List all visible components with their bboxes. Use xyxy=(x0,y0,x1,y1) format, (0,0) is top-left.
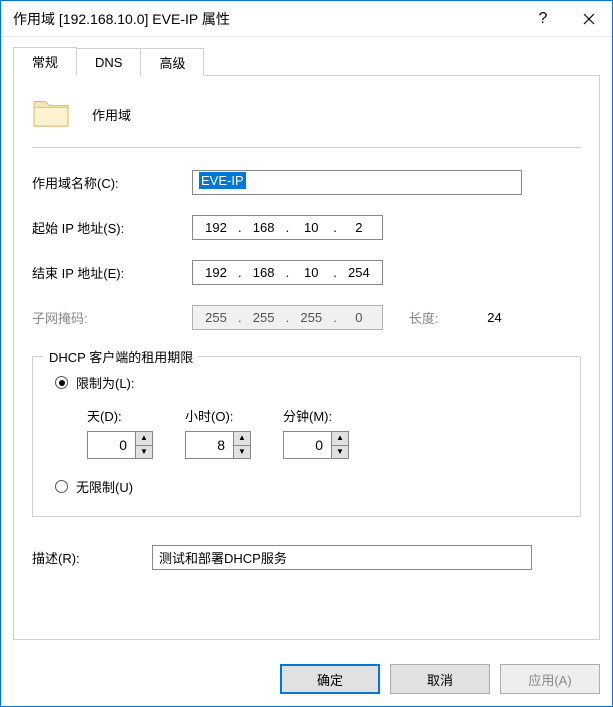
minutes-down-button[interactable]: ▼ xyxy=(332,446,348,459)
end-ip-octet-3[interactable] xyxy=(290,262,332,283)
days-column: 天(D): ▲ ▼ xyxy=(87,406,153,459)
panel-header: 作用域 xyxy=(32,96,581,133)
row-end-ip: 结束 IP 地址(E): . . . xyxy=(32,260,581,285)
days-label: 天(D): xyxy=(87,406,153,425)
hours-up-button[interactable]: ▲ xyxy=(234,432,250,446)
mask-octet-2 xyxy=(243,307,285,328)
start-ip-octet-3[interactable] xyxy=(290,217,332,238)
end-ip-input[interactable]: . . . xyxy=(192,260,383,285)
minutes-value[interactable] xyxy=(283,431,331,459)
cancel-button[interactable]: 取消 xyxy=(390,664,490,694)
divider xyxy=(32,147,581,148)
lease-fieldset: DHCP 客户端的租用期限 限制为(L): 天(D): ▲ ▼ xyxy=(32,356,581,517)
ok-button[interactable]: 确定 xyxy=(280,664,380,694)
titlebar: 作用域 [192.168.10.0] EVE-IP 属性 ? xyxy=(1,1,612,37)
days-spinner[interactable]: ▲ ▼ xyxy=(87,431,153,459)
end-ip-octet-2[interactable] xyxy=(243,262,285,283)
subnet-mask-label: 子网掩码: xyxy=(32,308,192,327)
hours-value[interactable] xyxy=(185,431,233,459)
tab-dns[interactable]: DNS xyxy=(76,48,141,76)
minutes-column: 分钟(M): ▲ ▼ xyxy=(283,406,349,459)
days-spin-buttons: ▲ ▼ xyxy=(135,431,153,459)
radio-limited-label: 限制为(L): xyxy=(76,373,135,392)
days-value[interactable] xyxy=(87,431,135,459)
end-ip-octet-1[interactable] xyxy=(195,262,237,283)
end-ip-octet-4[interactable] xyxy=(338,262,380,283)
tab-strip: 常规 DNS 高级 xyxy=(13,47,600,75)
mask-octet-1 xyxy=(195,307,237,328)
days-down-button[interactable]: ▼ xyxy=(136,446,152,459)
tab-advanced[interactable]: 高级 xyxy=(140,48,204,76)
radio-unlimited-row[interactable]: 无限制(U) xyxy=(55,477,562,496)
hours-label: 小时(O): xyxy=(185,406,251,425)
folder-icon xyxy=(32,96,70,133)
start-ip-label: 起始 IP 地址(S): xyxy=(32,218,192,237)
help-button[interactable]: ? xyxy=(520,1,566,37)
properties-dialog: 作用域 [192.168.10.0] EVE-IP 属性 ? 常规 DNS 高级… xyxy=(0,0,613,707)
start-ip-octet-1[interactable] xyxy=(195,217,237,238)
minutes-spinner[interactable]: ▲ ▼ xyxy=(283,431,349,459)
close-icon xyxy=(583,13,595,25)
mask-length-label: 长度: xyxy=(409,308,439,327)
hours-column: 小时(O): ▲ ▼ xyxy=(185,406,251,459)
window-title: 作用域 [192.168.10.0] EVE-IP 属性 xyxy=(13,9,520,29)
start-ip-octet-4[interactable] xyxy=(338,217,380,238)
start-ip-input[interactable]: . . . xyxy=(192,215,383,240)
hours-down-button[interactable]: ▼ xyxy=(234,446,250,459)
apply-button: 应用(A) xyxy=(500,664,600,694)
tab-panel-general: 作用域 作用域名称(C): EVE-IP 起始 IP 地址(S): . . . xyxy=(13,75,600,640)
mask-length-value: 24 xyxy=(473,310,517,325)
description-input[interactable] xyxy=(152,545,532,570)
description-label: 描述(R): xyxy=(32,548,152,567)
lease-legend: DHCP 客户端的租用期限 xyxy=(43,347,199,366)
scope-name-value: EVE-IP xyxy=(199,172,246,189)
radio-unlimited-label: 无限制(U) xyxy=(76,477,133,496)
lease-spinner-group: 天(D): ▲ ▼ 小时(O): xyxy=(87,406,562,459)
minutes-spin-buttons: ▲ ▼ xyxy=(331,431,349,459)
mask-octet-4 xyxy=(338,307,380,328)
content-area: 常规 DNS 高级 作用域 作用域名称(C): EVE-IP xyxy=(1,37,612,652)
minutes-up-button[interactable]: ▲ xyxy=(332,432,348,446)
row-description: 描述(R): xyxy=(32,545,581,570)
row-subnet-mask: 子网掩码: . . . 长度: 24 xyxy=(32,305,581,330)
hours-spinner[interactable]: ▲ ▼ xyxy=(185,431,251,459)
dialog-button-row: 确定 取消 应用(A) xyxy=(1,652,612,706)
days-up-button[interactable]: ▲ xyxy=(136,432,152,446)
mask-octet-3 xyxy=(290,307,332,328)
radio-limited-row[interactable]: 限制为(L): xyxy=(55,373,562,392)
tab-general[interactable]: 常规 xyxy=(13,47,77,76)
end-ip-label: 结束 IP 地址(E): xyxy=(32,263,192,282)
minutes-label: 分钟(M): xyxy=(283,406,349,425)
close-button[interactable] xyxy=(566,1,612,37)
start-ip-octet-2[interactable] xyxy=(243,217,285,238)
radio-limited[interactable] xyxy=(55,376,68,389)
row-scope-name: 作用域名称(C): EVE-IP xyxy=(32,170,581,195)
panel-header-label: 作用域 xyxy=(92,105,131,124)
subnet-mask-input: . . . xyxy=(192,305,383,330)
radio-unlimited[interactable] xyxy=(55,480,68,493)
scope-name-input[interactable]: EVE-IP xyxy=(192,170,522,195)
scope-name-label: 作用域名称(C): xyxy=(32,173,192,192)
row-start-ip: 起始 IP 地址(S): . . . xyxy=(32,215,581,240)
hours-spin-buttons: ▲ ▼ xyxy=(233,431,251,459)
